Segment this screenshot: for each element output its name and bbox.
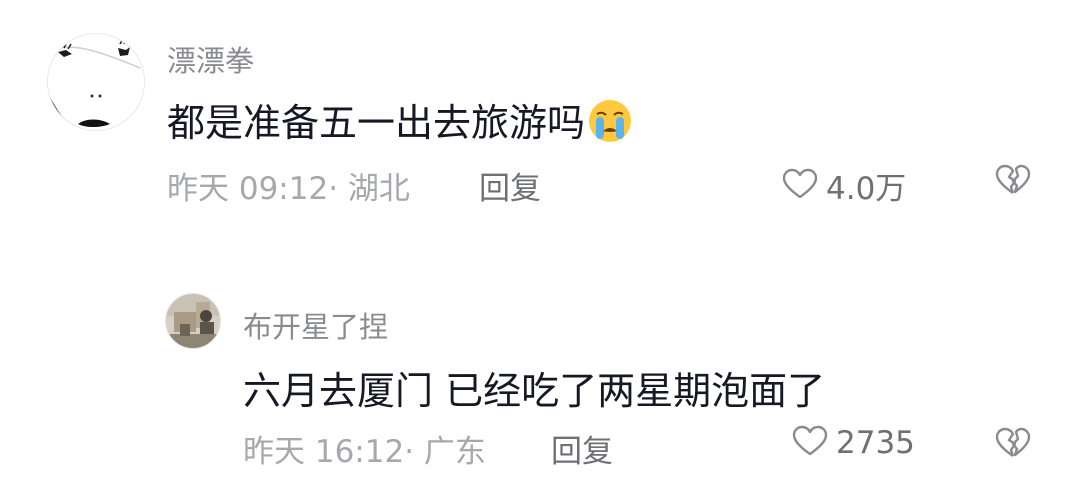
avatar-photo-icon xyxy=(166,294,220,348)
reply-button[interactable]: 回复 xyxy=(479,163,541,208)
username[interactable]: 布开星了捏 xyxy=(243,304,388,346)
comment-text: 都是准备五一出去旅游吗 xyxy=(167,92,635,153)
heart-outline-icon xyxy=(792,425,828,461)
like-button[interactable]: 2735 xyxy=(792,425,915,461)
like-button[interactable]: 4.0万 xyxy=(782,163,906,208)
timestamp: 昨天 09:12 xyxy=(167,171,329,207)
heart-outline-icon xyxy=(782,168,818,204)
like-count: 4.0万 xyxy=(826,171,907,207)
reply-button[interactable]: 回复 xyxy=(551,426,613,471)
username[interactable]: 漂漂拳 xyxy=(167,38,254,80)
comment-body: 都是准备五一出去旅游吗 xyxy=(167,101,586,145)
dislike-button[interactable] xyxy=(995,164,1031,200)
avatar[interactable] xyxy=(165,293,221,349)
like-count: 2735 xyxy=(836,425,915,461)
location: · 广东 xyxy=(404,434,486,470)
location: · 湖北 xyxy=(328,171,410,207)
broken-heart-icon xyxy=(995,427,1031,463)
comment-meta: 昨天 09:12· 湖北 xyxy=(167,163,410,208)
comment-meta: 昨天 16:12· 广东 xyxy=(243,426,486,471)
avatar-sketch-face-icon xyxy=(48,34,144,130)
timestamp: 昨天 16:12 xyxy=(243,434,405,470)
crying-face-icon xyxy=(585,98,635,153)
dislike-button[interactable] xyxy=(995,427,1031,463)
broken-heart-icon xyxy=(995,164,1031,200)
comment-text: 六月去厦门 已经吃了两星期泡面了 xyxy=(243,369,826,413)
avatar[interactable] xyxy=(47,33,145,131)
